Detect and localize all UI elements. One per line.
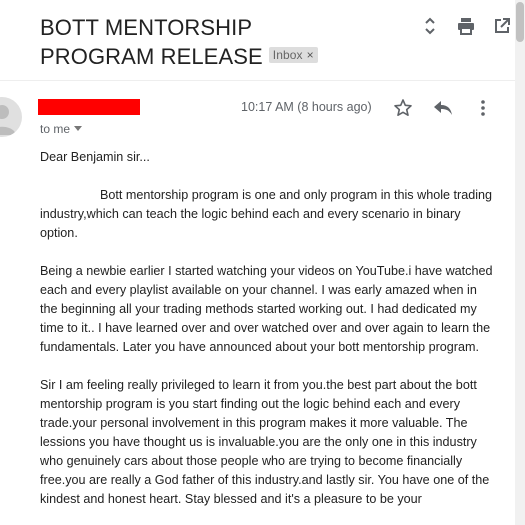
scrollbar-thumb[interactable] (516, 2, 524, 42)
star-icon[interactable] (392, 97, 414, 119)
reply-icon[interactable] (432, 97, 454, 119)
more-vert-icon[interactable] (472, 97, 494, 119)
sender-avatar[interactable] (0, 97, 22, 137)
vertical-scrollbar[interactable] (515, 0, 525, 525)
inbox-label-badge[interactable]: Inbox × (268, 47, 318, 64)
email-paragraph-1: Bott mentorship program is one and only … (40, 188, 493, 240)
remove-label-icon[interactable]: × (307, 48, 314, 62)
chevron-down-icon (74, 126, 83, 132)
recipient-details-toggle[interactable]: to me (40, 122, 83, 136)
email-timestamp: 10:17 AM (8 hours ago) (241, 100, 372, 114)
unfold-icon[interactable] (421, 16, 439, 36)
recipient-text: to me (40, 122, 71, 136)
email-paragraph-2: Being a newbie earlier I started watchin… (40, 264, 493, 354)
email-greeting: Dear Benjamin sir... (40, 150, 150, 164)
open-new-window-icon[interactable] (493, 16, 511, 36)
thread-toolbar (421, 16, 511, 36)
print-icon[interactable] (457, 16, 475, 36)
inbox-label-text: Inbox (272, 48, 303, 63)
email-body: Dear Benjamin sir... Bott mentorship pro… (40, 148, 495, 509)
subject-text: BOTT MENTORSHIP PROGRAM RELEASE (40, 15, 263, 69)
email-subject: BOTT MENTORSHIP PROGRAM RELEASE Inbox × (40, 13, 370, 71)
sender-name-redacted (38, 99, 140, 115)
email-paragraph-3: Sir I am feeling really privileged to le… (40, 378, 490, 506)
header-divider (0, 80, 515, 81)
